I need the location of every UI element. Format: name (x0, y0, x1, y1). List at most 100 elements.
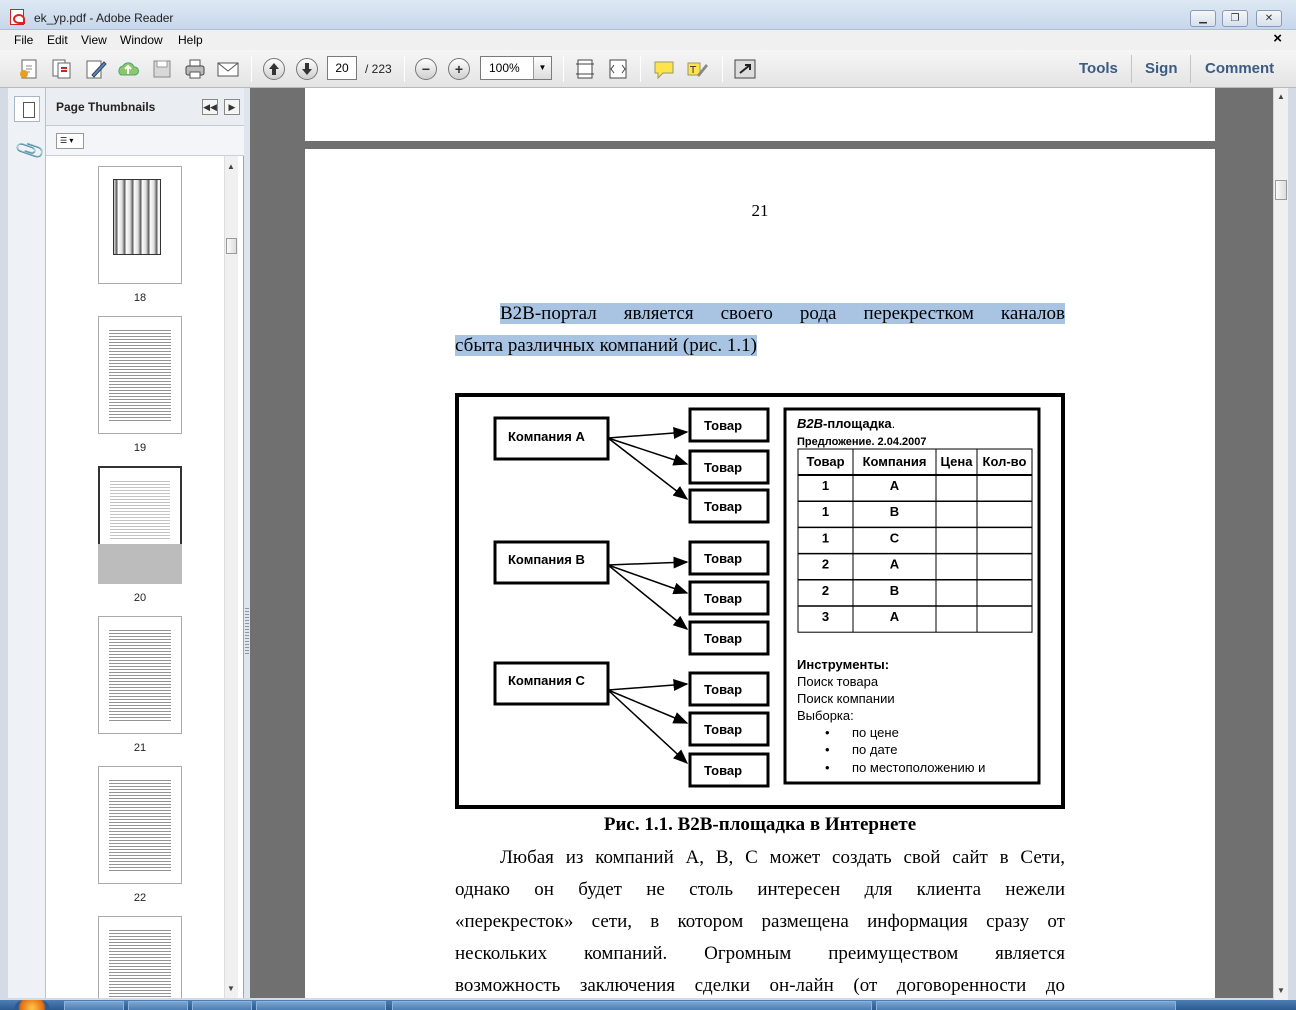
scroll-up-arrow[interactable]: ▲ (1277, 92, 1285, 101)
arrow-up-icon (269, 63, 279, 75)
toolbar-separator (640, 56, 641, 82)
toolbar-separator (251, 56, 252, 82)
zoom-in-button[interactable]: + (448, 58, 470, 80)
scroll-thumb[interactable] (1275, 180, 1287, 200)
thumbnail-text-preview (109, 629, 171, 723)
scroll-up-arrow[interactable]: ▲ (227, 162, 235, 171)
arrow (607, 564, 689, 630)
email-icon[interactable] (216, 58, 240, 80)
attachments-paperclip-icon[interactable]: 📎 (13, 133, 47, 167)
arrow (607, 679, 689, 692)
edit-document-icon[interactable] (84, 58, 108, 80)
tools-button[interactable]: Tools (1079, 60, 1118, 77)
highlight-text-icon[interactable]: T (685, 58, 709, 80)
taskbar-item[interactable] (192, 1001, 252, 1010)
table-cell: 2 (822, 583, 829, 598)
close-button[interactable]: ✕ (1256, 10, 1282, 27)
table-cell: В (890, 583, 899, 598)
splitter-grip[interactable] (245, 608, 249, 656)
panel-options-button[interactable]: ▶ (224, 99, 240, 115)
toolbar-separator (1190, 55, 1191, 83)
thumbnail-page-number: 22 (133, 892, 147, 904)
thumbnail-text-preview (109, 329, 171, 423)
toolbar-separator (563, 56, 564, 82)
b2b-diagram: Компания А Товар Товар Товар Компания В (493, 407, 1041, 788)
adobe-reader-icon (10, 9, 25, 25)
zoom-select[interactable]: 100% ▼ (480, 56, 552, 80)
cloud-upload-icon[interactable] (116, 58, 140, 80)
thumbnail-options-menu[interactable]: ☰ ▾ (56, 133, 84, 149)
tool-bullet: по местоположению и (852, 760, 985, 775)
sign-button[interactable]: Sign (1145, 60, 1178, 77)
comment-button[interactable]: Comment (1205, 60, 1274, 77)
scroll-down-arrow[interactable]: ▼ (1277, 986, 1285, 995)
bullet-dot: • (825, 725, 830, 740)
menu-window[interactable]: Window (118, 32, 165, 48)
body-line: однако он будет не столь интересен для к… (455, 879, 1065, 900)
thumbnail-page[interactable] (98, 766, 182, 884)
taskbar-item[interactable] (64, 1001, 124, 1010)
thumbnail-page[interactable] (98, 616, 182, 734)
next-page-button[interactable] (296, 58, 318, 80)
table-cell: С (890, 530, 900, 545)
menu-help[interactable]: Help (176, 32, 205, 48)
page-number-input[interactable]: 20 (327, 56, 357, 80)
taskbar-item[interactable] (876, 1001, 1176, 1010)
scroll-down-arrow[interactable]: ▼ (227, 984, 235, 993)
zoom-out-button[interactable]: − (415, 58, 437, 80)
product-label: Товар (704, 591, 742, 606)
taskbar-item[interactable] (128, 1001, 188, 1010)
taskbar-item[interactable] (392, 1001, 872, 1010)
fit-page-icon[interactable] (573, 58, 597, 80)
intro-line-2: сбыта различных компаний (рис. 1.1) (455, 330, 1065, 362)
thumbnail-page[interactable] (98, 316, 182, 434)
scroll-thumb[interactable] (226, 238, 237, 254)
title-bar: ek_yp.pdf - Adobe Reader ▁ ❐ ✕ (0, 0, 1296, 30)
company-c-label: Компания С (508, 673, 585, 688)
b2b-figure: Компания А Товар Товар Товар Компания В (455, 393, 1065, 809)
thumbnail-visible-area (98, 544, 182, 584)
offers-table: Товар Компания Цена Кол-во 1 А 1 В 1 С 2 А 2 В 3 А (797, 448, 1033, 633)
close-document-button[interactable]: × (1273, 30, 1282, 47)
fit-width-icon[interactable] (606, 58, 630, 80)
table-cell: В (890, 504, 899, 519)
menu-bar: File Edit View Window Help × (0, 30, 1296, 50)
menu-view[interactable]: View (79, 32, 109, 48)
thumbnails-scrollbar[interactable]: ▲ ▼ (224, 156, 238, 998)
previous-page-button[interactable] (263, 58, 285, 80)
minimize-button[interactable]: ▁ (1190, 10, 1216, 27)
chevron-down-icon[interactable]: ▼ (533, 57, 551, 79)
taskbar-item[interactable] (256, 1001, 386, 1010)
maximize-button[interactable]: ❐ (1222, 10, 1248, 27)
print-icon[interactable] (183, 58, 207, 80)
company-b-label: Компания В (508, 552, 585, 567)
navigation-strip: 📎 (8, 88, 47, 998)
document-scrollbar[interactable]: ▲ ▼ (1273, 88, 1288, 1000)
table-cell: 1 (822, 478, 829, 493)
thumbnail-page[interactable] (98, 166, 182, 284)
arrow (607, 689, 689, 724)
combine-files-icon[interactable] (50, 58, 74, 80)
window-title: ek_yp.pdf - Adobe Reader (34, 11, 174, 25)
bullet-dot: • (825, 760, 830, 775)
figure-caption: Рис. 1.1. B2B-площадка в Интернете (603, 814, 917, 835)
menu-file[interactable]: File (12, 32, 35, 48)
thumbnail-page-current[interactable] (98, 466, 182, 584)
thumbnail-page-number: 20 (133, 592, 147, 604)
thumbnail-options-bar: ☰ ▾ (46, 126, 244, 156)
intro-line-1: B2B-портал является своего рода перекрес… (455, 298, 1065, 330)
tools-title: Инструменты: (797, 657, 889, 672)
page-thumbnails-button[interactable] (14, 96, 40, 122)
sticky-note-icon[interactable] (652, 58, 676, 80)
create-pdf-icon[interactable] (18, 58, 42, 80)
menu-edit[interactable]: Edit (45, 32, 70, 48)
collapse-panel-button[interactable]: ◀◀ (202, 99, 218, 115)
thumbnail-page[interactable] (98, 916, 182, 998)
thumbnail-page-number: 18 (133, 292, 147, 304)
highlighted-text: B2B-портал является своего рода перекрес… (500, 303, 1065, 324)
save-icon[interactable] (150, 58, 174, 80)
tool-bullet: по цене (852, 725, 899, 740)
start-button[interactable] (14, 1000, 50, 1010)
arrow (607, 556, 689, 569)
full-screen-icon[interactable] (733, 58, 757, 80)
